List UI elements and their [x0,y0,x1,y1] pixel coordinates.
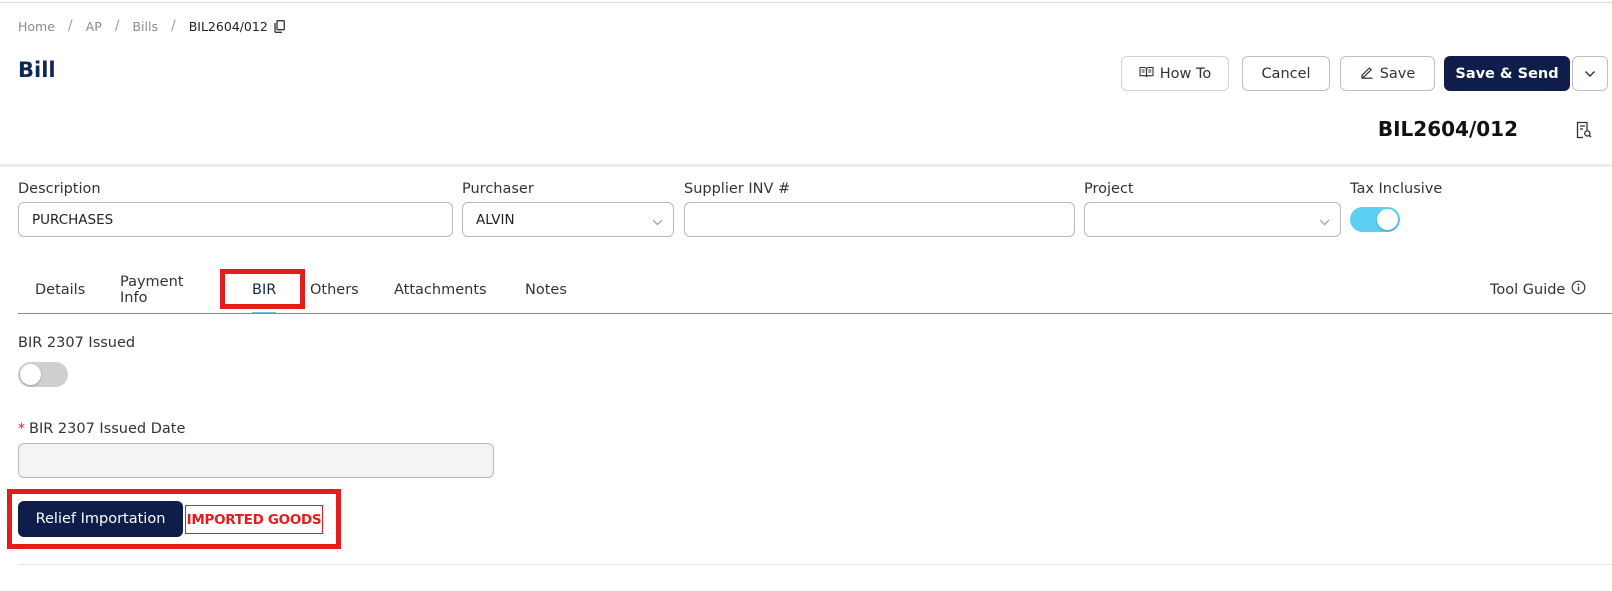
purchaser-value: ALVIN [476,211,515,228]
breadcrumb-separator: / [170,18,176,34]
copy-icon[interactable] [274,19,285,33]
breadcrumb-home[interactable]: Home [18,19,55,34]
tool-guide-label: Tool Guide [1490,281,1566,298]
relief-importation-label: Relief Importation [35,511,166,527]
breadcrumb-separator: / [67,18,73,34]
bir-2307-issued-date-input[interactable] [18,443,494,478]
save-and-send-label: Save & Send [1455,65,1559,82]
breadcrumb-separator: / [114,18,120,34]
section-divider [18,564,1612,565]
document-preview-icon[interactable] [1576,121,1592,143]
bir-2307-issued-label: BIR 2307 Issued [18,335,136,351]
chevron-down-icon [1584,66,1596,82]
tab-others[interactable]: Others [310,276,359,304]
required-indicator: * [18,421,25,437]
toggle-knob [20,364,41,385]
tax-inclusive-label: Tax Inclusive [1350,181,1443,197]
breadcrumb-ap[interactable]: AP [86,19,102,34]
more-actions-button[interactable] [1572,56,1608,91]
project-label: Project [1084,181,1134,197]
relief-importation-button[interactable]: Relief Importation [18,501,183,537]
imported-goods-badge: IMPORTED GOODS [185,505,323,534]
bir-2307-issued-date-label: * BIR 2307 Issued Date [18,421,185,437]
tool-guide-link[interactable]: Tool Guide [1490,280,1586,299]
breadcrumb: Home / AP / Bills / BIL2604/012 [18,18,285,34]
tab-details[interactable]: Details [35,276,85,304]
top-border [0,2,1612,3]
supplier-inv-input[interactable] [684,202,1075,237]
description-value: PURCHASES [32,211,114,228]
info-icon [1565,280,1586,299]
cancel-button[interactable]: Cancel [1242,56,1330,91]
save-label: Save [1379,65,1416,82]
tabs-divider [18,313,1612,314]
chevron-down-icon [1319,214,1330,230]
tab-payment-info[interactable]: Payment Info [120,274,183,306]
purchaser-select[interactable]: ALVIN [462,202,674,237]
breadcrumb-current: BIL2604/012 [188,18,268,34]
purchaser-label: Purchaser [462,181,534,197]
save-button[interactable]: Save [1340,56,1435,91]
bir-2307-issued-toggle[interactable] [18,362,68,387]
document-number: BIL2604/012 [1377,117,1518,141]
tab-notes[interactable]: Notes [525,276,567,304]
save-and-send-button[interactable]: Save & Send [1444,56,1570,91]
cancel-label: Cancel [1261,65,1311,82]
supplier-inv-label: Supplier INV # [684,181,791,197]
book-icon [1139,66,1160,82]
how-to-button[interactable]: How To [1121,56,1229,91]
tax-inclusive-toggle[interactable] [1350,207,1400,232]
chevron-down-icon [652,214,663,230]
breadcrumb-bills[interactable]: Bills [132,19,158,34]
highlight-box-bir-tab [220,269,305,309]
header-divider [0,164,1612,167]
description-label: Description [18,181,101,197]
edit-icon [1360,65,1380,83]
tab-attachments[interactable]: Attachments [394,276,487,304]
imported-goods-text: IMPORTED GOODS [186,511,322,528]
issued-date-label-text: BIR 2307 Issued Date [29,421,186,437]
toggle-knob [1377,209,1398,230]
description-input[interactable]: PURCHASES [18,202,453,237]
page-title: Bill [18,58,56,82]
how-to-label: How To [1159,65,1212,82]
project-select[interactable] [1084,202,1341,237]
